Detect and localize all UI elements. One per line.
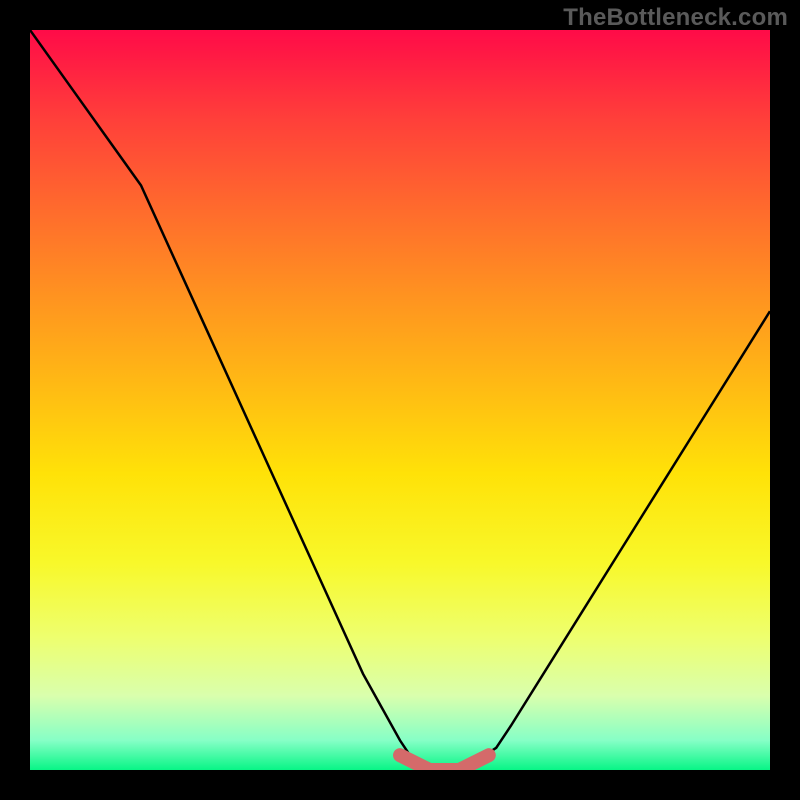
watermark-text: TheBottleneck.com — [563, 4, 788, 32]
bottleneck-curve — [30, 30, 770, 770]
curve-svg — [30, 30, 770, 770]
plot-area — [30, 30, 770, 770]
flat-bottom-highlight — [400, 755, 489, 770]
chart-frame: TheBottleneck.com — [0, 0, 800, 800]
